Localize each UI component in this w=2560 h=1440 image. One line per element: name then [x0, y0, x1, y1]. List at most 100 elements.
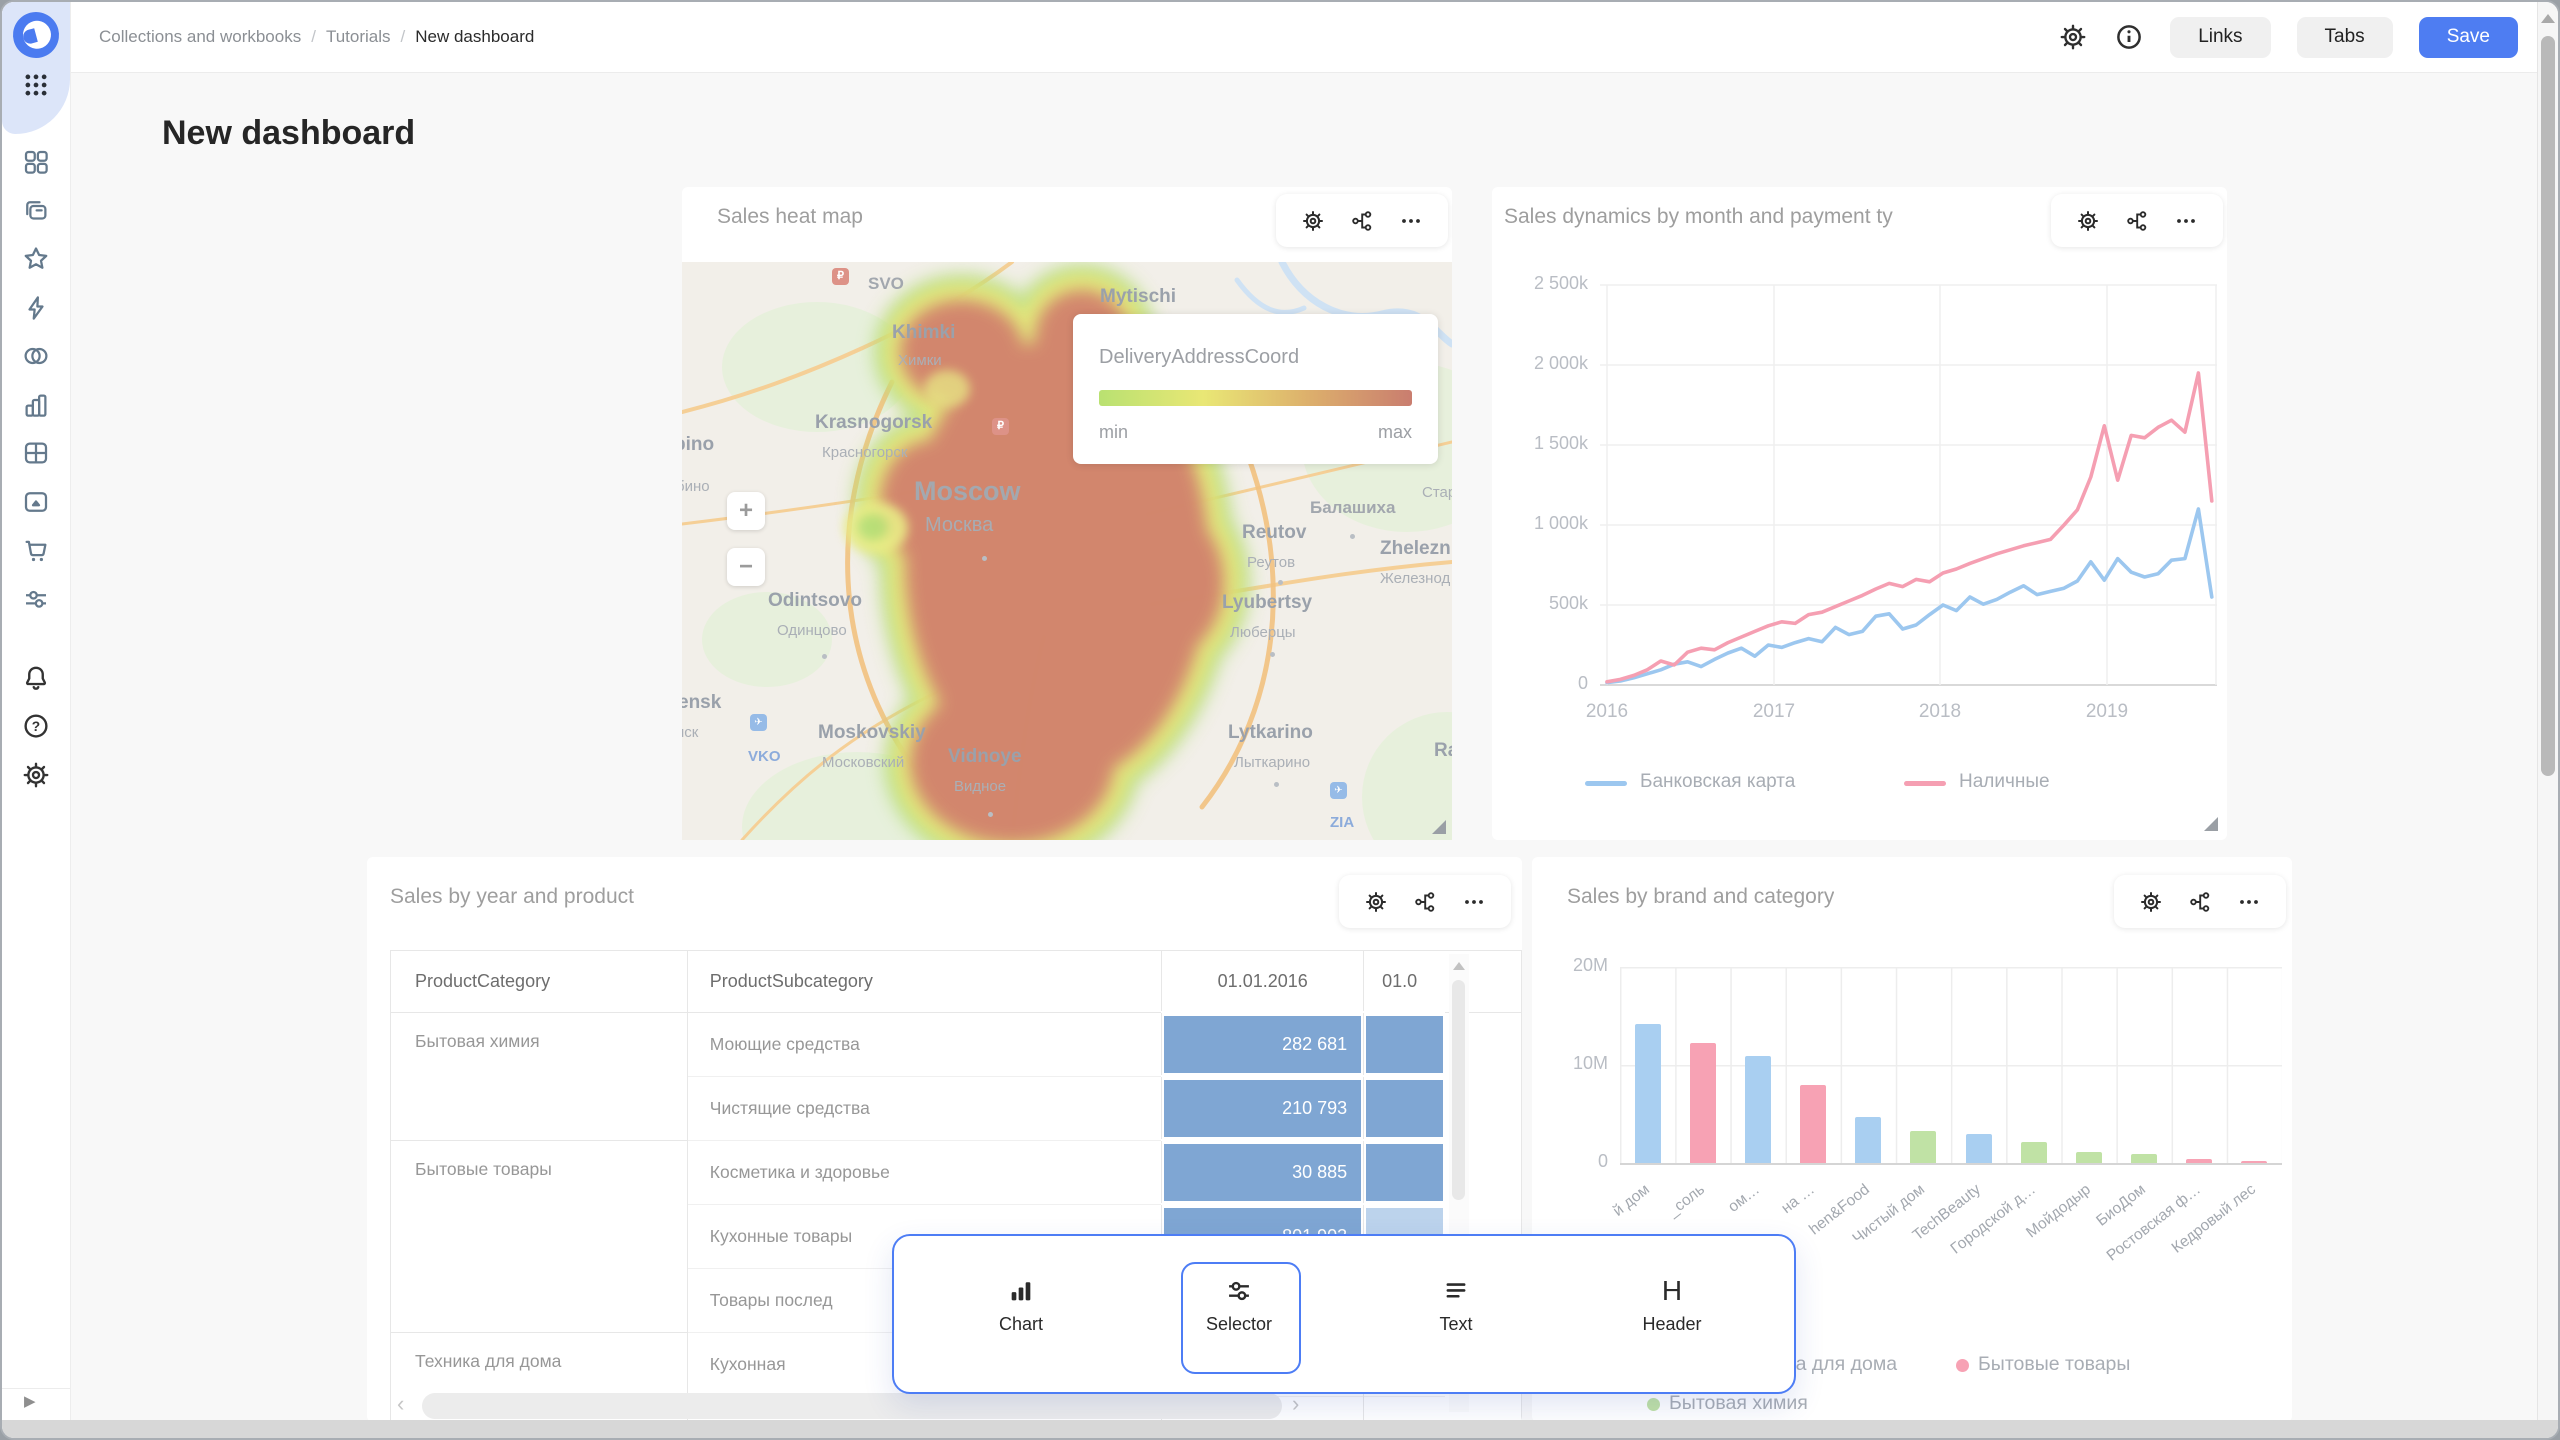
help-icon[interactable]: ?	[19, 709, 53, 743]
map-label: ₽	[992, 418, 1009, 435]
page-vertical-scrollbar[interactable]	[2537, 2, 2558, 1420]
widget-links-icon[interactable]	[2188, 890, 2212, 914]
map-label	[1278, 580, 1283, 585]
legend-dot[interactable]	[1647, 1398, 1660, 1411]
notifications-bell-icon[interactable]	[19, 661, 53, 695]
toolbar-item-chart[interactable]: Chart	[941, 1236, 1101, 1392]
widget-sales-heat-map: Sales heat map	[682, 187, 1452, 840]
scrollbar-thumb	[1452, 980, 1465, 1200]
map-zoom-in-button[interactable]: +	[727, 492, 765, 530]
widget-more-icon[interactable]	[1462, 890, 1486, 914]
bar-_соль	[1690, 1043, 1716, 1163]
toolbar-item-header[interactable]: H Header	[1592, 1236, 1752, 1392]
bar-Кедровый лес	[2241, 1161, 2267, 1164]
widget-settings-gear-icon[interactable]	[1301, 209, 1325, 233]
apps-grid-icon[interactable]	[19, 68, 53, 102]
map-label: бино	[682, 478, 710, 495]
widget-resize-handle[interactable]	[1432, 820, 1446, 834]
heatmap-legend-field: DeliveryAddressCoord	[1099, 346, 1299, 369]
legend-item-cash[interactable]: Наличные	[1959, 771, 2050, 793]
sidebar-item-favorites[interactable]	[19, 242, 53, 276]
widget-links-icon[interactable]	[1350, 209, 1374, 233]
bar-на …	[1800, 1085, 1826, 1163]
map-label: Балашиха	[1310, 498, 1395, 518]
map-zoom-out-button[interactable]: −	[727, 548, 765, 586]
widget-more-icon[interactable]	[2237, 890, 2261, 914]
map-label	[1274, 782, 1279, 787]
sidebar-item-connections[interactable]	[19, 291, 53, 325]
cell-product-category: Бытовая химия	[391, 1012, 688, 1140]
column-header-product-category[interactable]: ProductCategory	[391, 951, 688, 1013]
map-label: ensk	[682, 692, 721, 714]
breadcrumb: Collections and workbooks / Tutorials / …	[99, 2, 534, 72]
save-button[interactable]: Save	[2419, 17, 2518, 58]
sidebar-item-charts[interactable]	[19, 388, 53, 422]
scroll-up-icon	[1453, 962, 1465, 970]
sidebar-item-gallery[interactable]	[19, 485, 53, 519]
widget-links-icon[interactable]	[2125, 209, 2149, 233]
sidebar-item-collections[interactable]	[19, 194, 53, 228]
widget-more-icon[interactable]	[2174, 209, 2198, 233]
toolbar-item-label: Text	[1376, 1314, 1536, 1335]
table-header-row: ProductCategory ProductSubcategory 01.01…	[391, 951, 1522, 1013]
links-button[interactable]: Links	[2170, 17, 2270, 58]
line-chart-plot	[1600, 285, 2217, 685]
info-icon[interactable]	[2114, 22, 2144, 52]
table-scroll-right-icon[interactable]: ›	[1292, 1391, 1299, 1417]
cell-value	[1364, 1012, 1445, 1076]
tabs-button[interactable]: Tabs	[2297, 17, 2393, 58]
map-label: ✈	[1330, 782, 1347, 799]
toolbar-item-label: Header	[1592, 1314, 1752, 1335]
scrollbar-thumb[interactable]	[2541, 36, 2555, 776]
legend-dot[interactable]	[1956, 1359, 1969, 1372]
breadcrumb-tutorials[interactable]: Tutorials	[326, 27, 391, 47]
map-label: Lytkarino	[1228, 722, 1313, 744]
heatmap-legend-max: max	[1378, 422, 1412, 443]
cell-product-subcategory: Моющие средства	[687, 1012, 1162, 1076]
dashboard-settings-gear-icon[interactable]	[2058, 22, 2088, 52]
column-header-product-subcategory[interactable]: ProductSubcategory	[687, 951, 1162, 1013]
selector-icon	[1224, 1276, 1254, 1306]
map-label: Видное	[954, 778, 1006, 795]
cell-product-subcategory: Косметика и здоровье	[687, 1140, 1162, 1204]
sidebar-item-tables[interactable]	[19, 436, 53, 470]
sidebar-item-marketplace[interactable]	[19, 533, 53, 567]
toolbar-item-text[interactable]: Text	[1376, 1236, 1536, 1392]
map-label: bino	[682, 434, 714, 456]
map-label: Mytischi	[1100, 286, 1176, 308]
table-scroll-left-icon[interactable]: ‹	[397, 1391, 404, 1417]
map-label	[822, 654, 827, 659]
widget-links-icon[interactable]	[1413, 890, 1437, 914]
widget-title: Sales by brand and category	[1567, 885, 1834, 909]
column-header-2017-clipped[interactable]: 01.0	[1364, 951, 1445, 1013]
map-label: Красногорск	[822, 444, 907, 461]
widget-settings-gear-icon[interactable]	[2139, 890, 2163, 914]
widget-settings-gear-icon[interactable]	[1364, 890, 1388, 914]
table-horizontal-scrollbar[interactable]	[422, 1393, 1282, 1419]
widget-settings-gear-icon[interactable]	[2076, 209, 2100, 233]
sidebar-expand-arrow[interactable]: ▶	[24, 1392, 36, 1410]
map-canvas[interactable]: ₽SVOMytischiKhimkiХимкиKrasnogorskКрасно…	[682, 262, 1452, 840]
column-header-2016[interactable]: 01.01.2016	[1162, 951, 1364, 1013]
sidebar-item-services[interactable]	[19, 582, 53, 616]
sidebar-item-dashboards[interactable]	[19, 145, 53, 179]
legend-item[interactable]: Бытовые товары	[1978, 1353, 2130, 1376]
y-axis-tick: 2 000k	[1500, 353, 1588, 374]
legend-line-swatch[interactable]	[1585, 781, 1627, 786]
breadcrumb-collections[interactable]: Collections and workbooks	[99, 27, 301, 47]
table-row: Бытовая химияМоющие средства282 681	[391, 1012, 1522, 1076]
map-label: Лыткарино	[1234, 754, 1310, 771]
widget-resize-handle[interactable]	[2204, 817, 2218, 831]
toolbar-item-selector[interactable]: Selector	[1159, 1236, 1319, 1392]
y-axis-tick: 10M	[1532, 1053, 1608, 1074]
legend-item-card[interactable]: Банковская карта	[1640, 771, 1795, 793]
legend-line-swatch[interactable]	[1904, 781, 1946, 786]
widget-title: Sales heat map	[717, 205, 863, 229]
map-label: нск	[682, 724, 698, 741]
settings-gear-icon[interactable]	[19, 758, 53, 792]
table-row: Бытовые товарыКосметика и здоровье30 885	[391, 1140, 1522, 1204]
widget-more-icon[interactable]	[1399, 209, 1423, 233]
sidebar-item-datasets[interactable]	[19, 339, 53, 373]
cell-value	[1364, 1140, 1445, 1204]
legend-item[interactable]: Бытовая химия	[1669, 1392, 1808, 1415]
